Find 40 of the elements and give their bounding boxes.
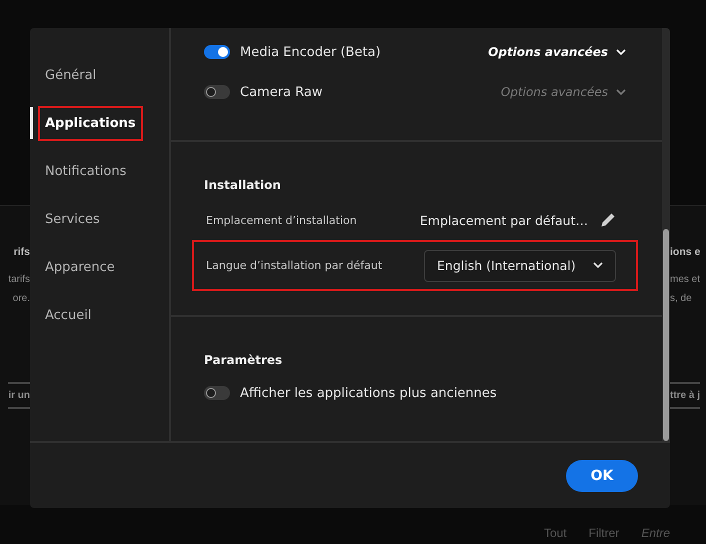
sidebar-label: Général (44, 66, 98, 84)
background-text: Filtrer (588, 526, 620, 540)
chevron-down-icon (616, 88, 626, 96)
ok-button[interactable]: OK (566, 460, 638, 492)
sidebar-item[interactable]: Apparence (30, 251, 169, 283)
app-name: Camera Raw (240, 84, 322, 100)
background-text: rifs (14, 246, 30, 258)
toggle-switch[interactable] (204, 85, 230, 99)
pencil-icon[interactable] (600, 212, 616, 228)
setting-label: Emplacement d’installation (206, 214, 357, 226)
background-text: Tout (544, 526, 567, 540)
app-name: Media Encoder (Beta) (240, 44, 381, 60)
setting-label: Langue d’installation par défaut (206, 259, 382, 272)
chevron-down-icon (616, 48, 626, 56)
sidebar-item[interactable]: Notifications (30, 155, 169, 187)
sidebar-label: Notifications (44, 162, 128, 180)
highlight-frame: Applications (38, 106, 143, 140)
sidebar-label: Accueil (44, 306, 92, 324)
toggle-switch[interactable] (204, 45, 230, 59)
section-title: Installation (204, 178, 282, 192)
background-text: ore. (12, 293, 30, 304)
language-dropdown[interactable]: English (International) (424, 250, 616, 282)
background-text: ions e (670, 246, 700, 258)
scrollbar-thumb[interactable] (663, 229, 669, 441)
sidebar-item[interactable]: Services (30, 203, 169, 235)
background-text: mes et (670, 274, 700, 285)
sidebar-item[interactable]: Applications (30, 107, 169, 139)
background-text: tarifs (8, 274, 30, 285)
chevron-down-icon (593, 262, 603, 269)
background-text: s, de (670, 293, 692, 304)
toggle-label: Afficher les applications plus anciennes (240, 386, 497, 400)
sidebar-label: Services (44, 210, 101, 228)
install-location: Emplacement par défaut… (420, 212, 588, 228)
sidebar-label: Apparence (44, 258, 116, 276)
section-title: Paramètres (204, 353, 284, 367)
sidebar-item[interactable]: Accueil (30, 299, 169, 331)
background-text: Entre (641, 526, 670, 540)
sidebar-item[interactable]: Général (30, 59, 169, 91)
advanced-options-dropdown[interactable]: Options avancées (488, 45, 626, 59)
toggle-switch[interactable] (204, 386, 230, 400)
